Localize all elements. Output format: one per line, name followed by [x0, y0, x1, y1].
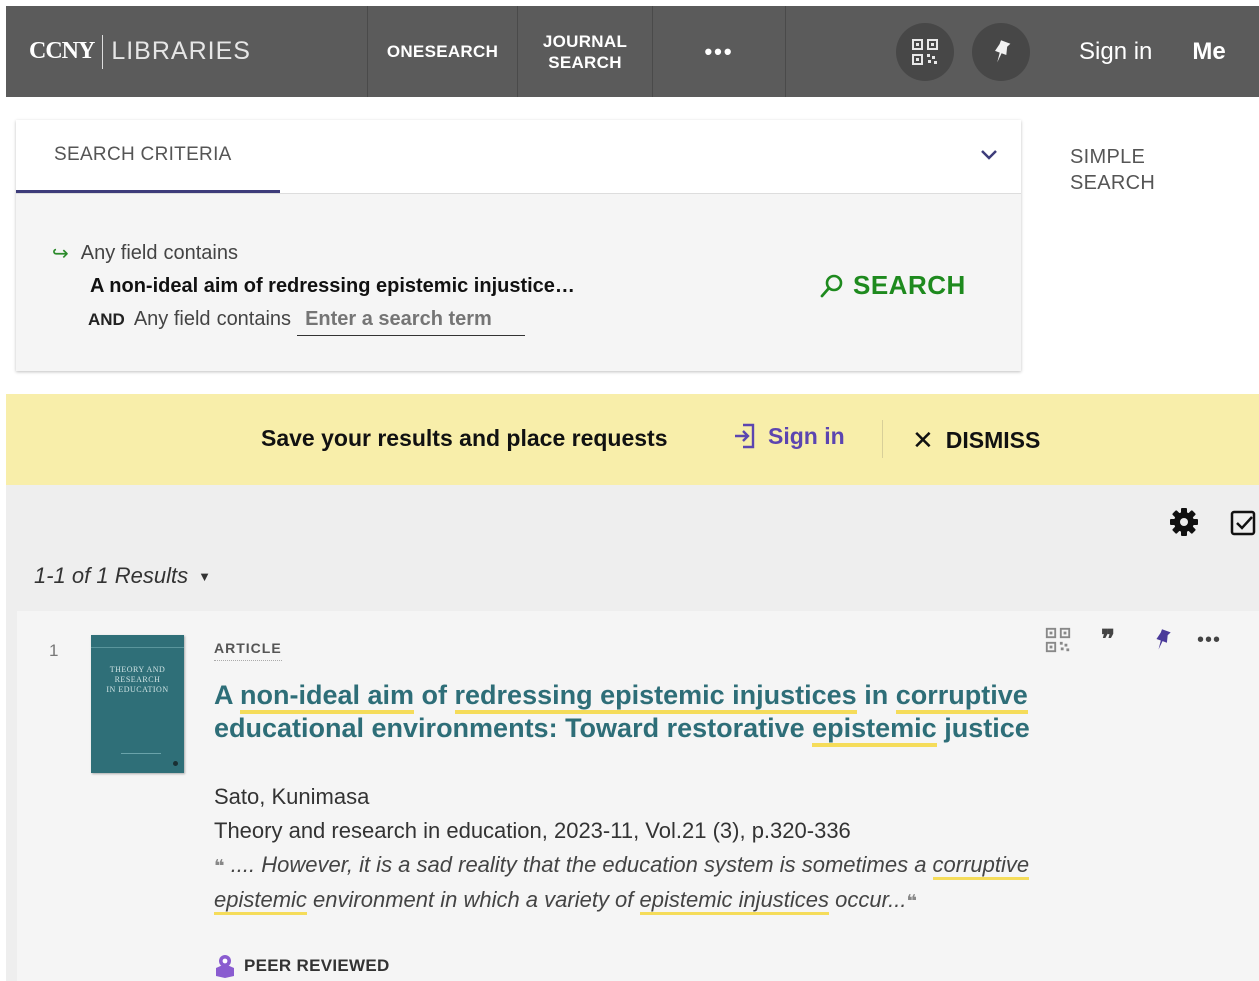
cite-button[interactable]: ❞: [1090, 625, 1126, 655]
nav-journal-search[interactable]: JOURNAL SEARCH: [518, 6, 653, 97]
library-logo[interactable]: CCNY LIBRARIES: [6, 6, 368, 97]
snippet-part: environment in which a variety of: [306, 887, 640, 912]
title-part: in: [856, 680, 896, 710]
more-icon: •••: [1196, 628, 1221, 651]
tab-search-criteria[interactable]: SEARCH CRITERIA: [16, 120, 280, 193]
nav-onesearch[interactable]: ONESEARCH: [368, 6, 518, 97]
title-highlight: non-ideal aim: [240, 680, 415, 714]
result-author[interactable]: Sato, Kunimasa: [214, 784, 369, 810]
nav-journal-line1: JOURNAL: [542, 31, 628, 51]
pin-icon: [1156, 629, 1171, 650]
search-term-input[interactable]: [297, 308, 526, 336]
snippet-part: .... However, it is a sad reality that t…: [224, 852, 933, 877]
result-qr-button[interactable]: [1040, 626, 1076, 654]
nav-more-button[interactable]: •••: [653, 6, 786, 97]
simple-search-link[interactable]: SIMPLE SEARCH: [1070, 144, 1155, 196]
simple-line1: SIMPLE: [1070, 146, 1146, 168]
row1-field[interactable]: Any field: [81, 242, 158, 265]
title-part: justice: [936, 713, 1030, 743]
result-title-link[interactable]: A non-ideal aim of redressing epistemic …: [214, 679, 1054, 747]
title-part: educational environments: Toward restora…: [214, 713, 813, 743]
result-snippet: ❝ .... However, it is a sad reality that…: [214, 848, 1094, 918]
pin-icon: [995, 40, 1011, 63]
close-icon: ✕: [912, 425, 934, 455]
advanced-search-panel: SEARCH CRITERIA ↪ Any field contains A n…: [16, 120, 1021, 371]
sign-in-banner: Save your results and place requests Sig…: [6, 394, 1259, 485]
row1-operator[interactable]: contains: [163, 242, 238, 265]
simple-line2: SEARCH: [1070, 172, 1156, 194]
top-navigation-bar: CCNY LIBRARIES ONESEARCH JOURNAL SEARCH …: [6, 6, 1259, 97]
boolean-operator[interactable]: AND: [88, 310, 125, 330]
nav-journal-line2: SEARCH: [548, 52, 622, 72]
arrow-right-icon: ↪: [52, 243, 69, 265]
criteria-row-1: ↪ Any field contains: [52, 241, 238, 266]
qr-code-button[interactable]: [896, 23, 954, 81]
peer-reviewed-label: PEER REVIEWED: [244, 956, 390, 975]
title-highlight: redressing epistemic injustices: [454, 680, 857, 714]
snippet-highlight: epistemic injustices: [639, 887, 830, 915]
banner-sign-in-link[interactable]: Sign in: [732, 422, 845, 450]
peer-reviewed-icon: [216, 955, 234, 978]
logo-libraries: LIBRARIES: [111, 37, 251, 65]
qr-code-icon: [912, 39, 938, 65]
result-pin-button[interactable]: [1144, 628, 1180, 652]
banner-sign-in-label: Sign in: [768, 422, 845, 449]
book-cover-thumbnail[interactable]: THEORY AND RESEARCH IN EDUCATION: [91, 635, 184, 773]
sign-in-icon: [735, 423, 755, 449]
title-highlight: corruptive: [895, 680, 1028, 714]
banner-divider: [882, 420, 883, 458]
pin-button[interactable]: [972, 23, 1030, 81]
criteria-row-2: AND Any field contains: [88, 308, 526, 336]
gear-icon[interactable]: [1168, 506, 1200, 538]
quote-icon: ❞: [1101, 625, 1115, 654]
close-quote-icon: ❝: [906, 891, 918, 911]
title-part: of: [414, 680, 455, 710]
cover-title-line2: RESEARCH: [114, 675, 161, 684]
result-more-button[interactable]: •••: [1194, 629, 1224, 652]
result-actions: ❞ •••: [1040, 625, 1224, 655]
cover-title-line1: THEORY AND: [109, 665, 166, 674]
results-count-label: 1-1 of 1 Results: [34, 563, 189, 588]
dismiss-button[interactable]: ✕ DISMISS: [912, 425, 1040, 456]
checkbox-icon[interactable]: [1230, 510, 1259, 536]
dismiss-label: DISMISS: [945, 427, 1041, 453]
banner-message: Save your results and place requests: [261, 425, 668, 451]
cover-footer-rule: [121, 753, 161, 754]
resource-type: ARTICLE: [214, 640, 282, 661]
result-source: Theory and research in education, 2023-1…: [214, 818, 851, 843]
peer-reviewed-badge: PEER REVIEWED: [214, 954, 390, 978]
logo-ccny: CCNY: [29, 38, 95, 64]
cover-publisher-dot: [173, 761, 178, 766]
search-icon: [820, 274, 843, 297]
title-highlight: epistemic: [812, 713, 937, 747]
query-text[interactable]: A non-ideal aim of redressing epistemic …: [90, 275, 575, 298]
panel-header: SEARCH CRITERIA: [16, 120, 1021, 194]
row2-field[interactable]: Any field: [134, 308, 211, 331]
top-sign-in-link[interactable]: Sign in: [1079, 38, 1152, 97]
snippet-part: occur...: [829, 887, 907, 912]
title-part: A: [214, 680, 240, 710]
row2-operator[interactable]: contains: [217, 308, 292, 331]
qr-code-icon: [1045, 627, 1071, 653]
search-button[interactable]: SEARCH: [819, 270, 966, 301]
result-index: 1: [49, 641, 59, 660]
top-menu-link[interactable]: Me: [1192, 38, 1225, 97]
open-quote-icon: ❝: [214, 856, 225, 876]
logo-divider: [102, 34, 104, 69]
results-count-dropdown[interactable]: 1-1 of 1 Results ▼: [34, 563, 211, 589]
result-card: 1 THEORY AND RESEARCH IN EDUCATION ARTIC…: [17, 611, 1259, 981]
caret-down-icon: ▼: [198, 568, 211, 584]
cover-title-line3: IN EDUCATION: [106, 685, 169, 694]
search-button-label: SEARCH: [853, 270, 966, 300]
cover-rule: [91, 647, 184, 648]
chevron-down-icon[interactable]: [979, 148, 999, 162]
